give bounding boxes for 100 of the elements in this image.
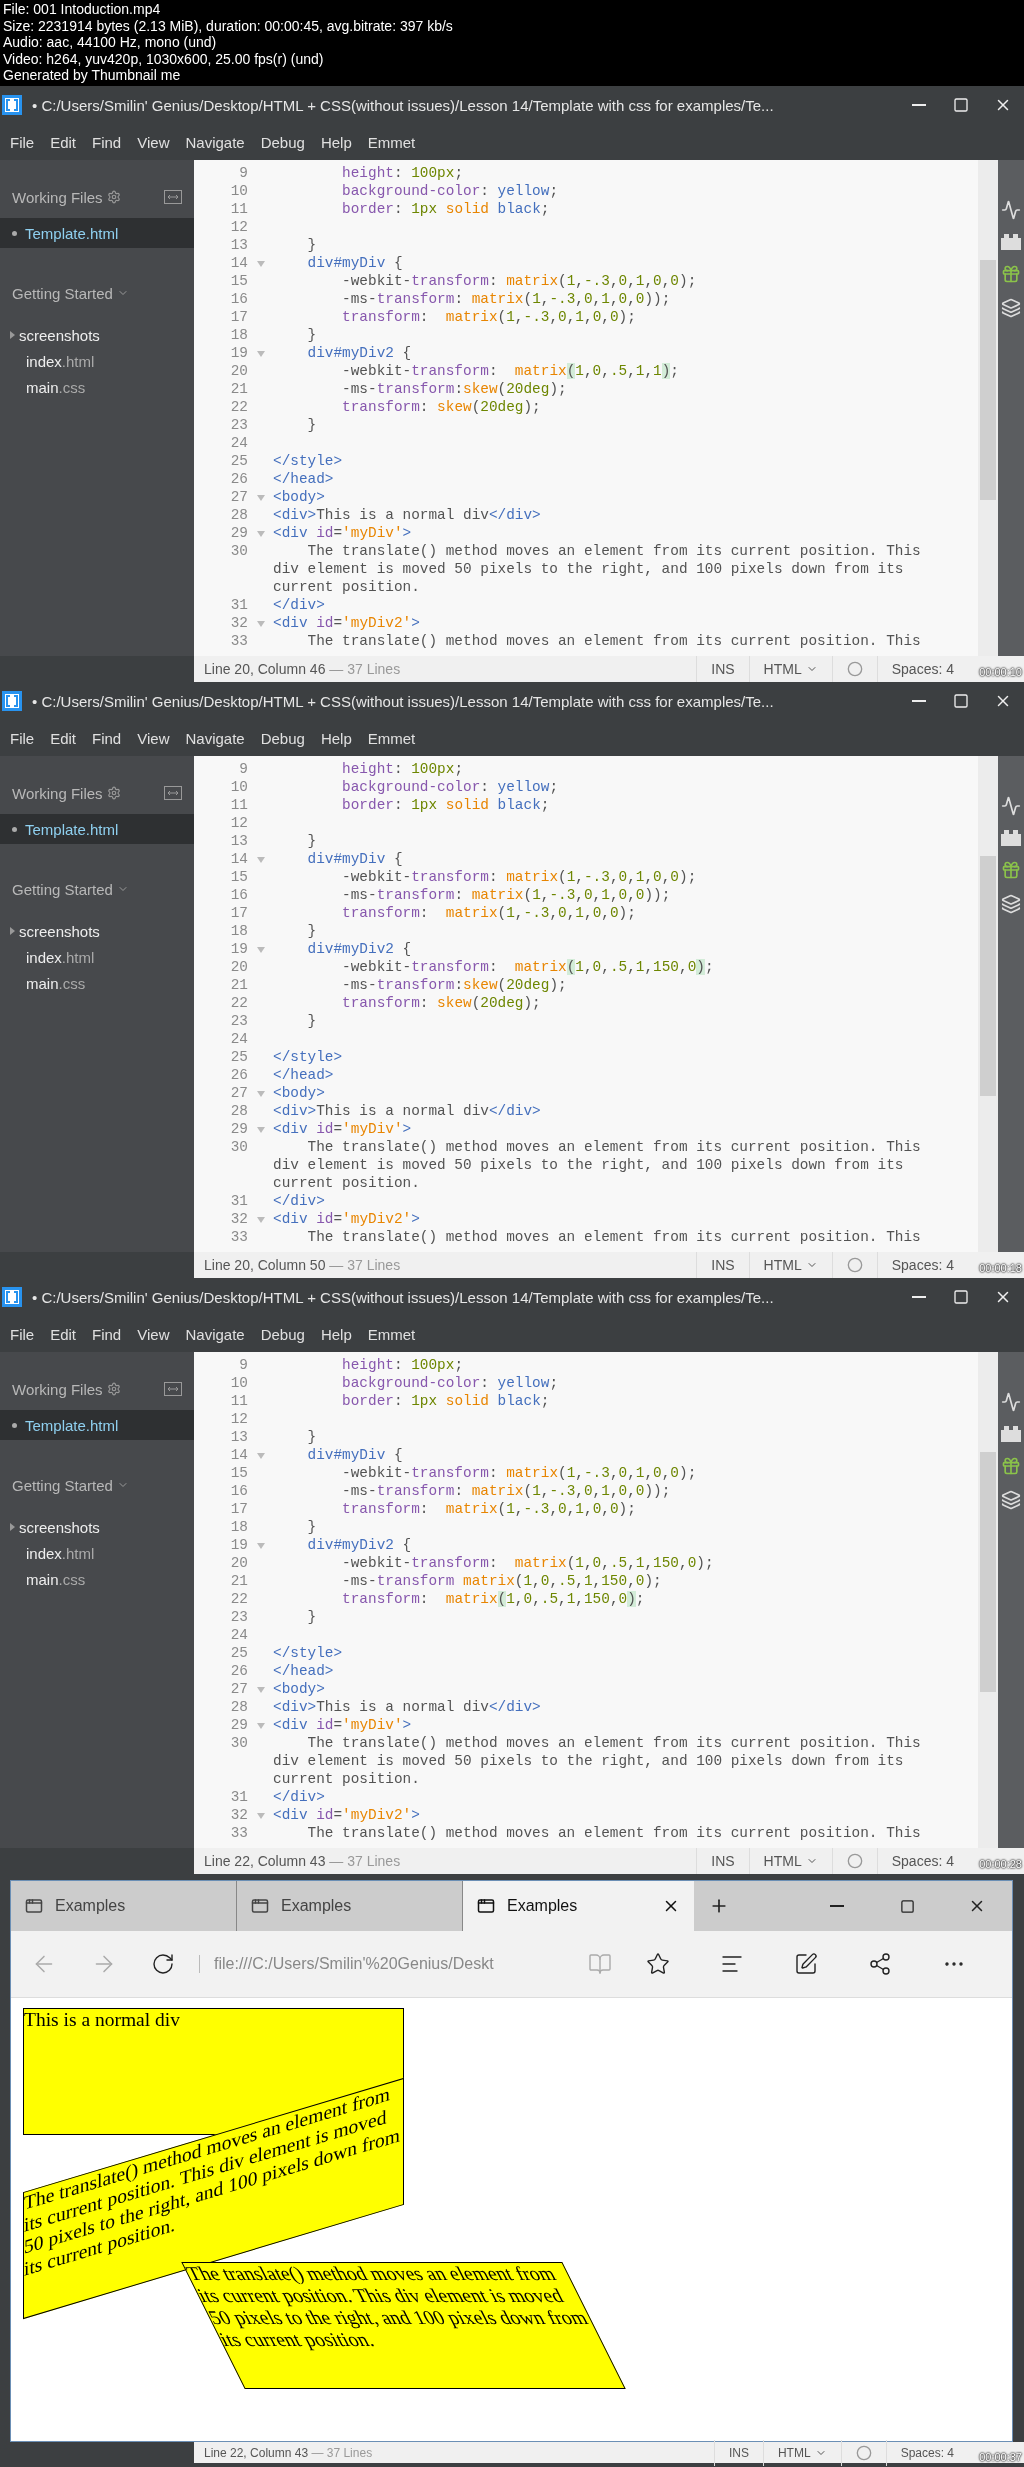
project-title[interactable]: Getting Started: [12, 284, 113, 302]
fold-arrow-icon[interactable]: [256, 1091, 265, 1097]
code-line: <div id='myDiv'>: [273, 1120, 413, 1138]
menu-item[interactable]: Emmet: [359, 723, 424, 753]
menu-item[interactable]: Debug: [252, 1319, 313, 1349]
menu-item[interactable]: Find: [84, 127, 130, 157]
scrollbar-thumb[interactable]: [980, 856, 996, 1096]
minimize-icon: [912, 700, 926, 702]
menu-item[interactable]: Navigate: [177, 723, 253, 753]
scrollbar-thumb[interactable]: [980, 1452, 996, 1692]
line-number: 9: [238, 1356, 248, 1374]
menu-item[interactable]: Navigate: [177, 127, 253, 157]
project-document[interactable]: index.html: [0, 946, 194, 968]
pulse-icon[interactable]: [1001, 796, 1021, 816]
split-view-icon[interactable]: [164, 190, 182, 204]
fold-arrow-icon[interactable]: [256, 1813, 265, 1819]
pulse-icon[interactable]: [1001, 200, 1021, 220]
menu-item[interactable]: Help: [312, 127, 360, 157]
code-line: -webkit-transform: matrix(1,0,.5,1,1);: [341, 362, 680, 380]
open-file-item[interactable]: Template.html: [0, 814, 194, 844]
fold-arrow-icon[interactable]: [256, 1217, 265, 1223]
menu-item[interactable]: Debug: [252, 723, 313, 753]
menu-item[interactable]: File: [2, 723, 43, 753]
gift-icon[interactable]: [1001, 264, 1021, 284]
brick-icon[interactable]: [1001, 234, 1021, 250]
line-number: 17: [229, 904, 248, 922]
code-line: -ms-transform: matrix(1,-.3,0,1,0,0));: [341, 1482, 672, 1500]
menu-item[interactable]: Help: [312, 723, 360, 753]
fold-arrow-icon[interactable]: [256, 621, 265, 627]
menu-item[interactable]: File: [2, 1319, 43, 1349]
menu-item[interactable]: Edit: [42, 127, 85, 157]
pulse-icon[interactable]: [1001, 1392, 1021, 1412]
gift-icon[interactable]: [1001, 860, 1021, 880]
menu-item[interactable]: View: [129, 127, 178, 157]
code-line: background-color: yellow;: [341, 778, 560, 796]
split-view-icon[interactable]: [164, 1382, 182, 1396]
line-number: 24: [229, 1626, 248, 1644]
book-icon[interactable]: [588, 1952, 612, 1976]
folder-item[interactable]: screenshots: [0, 324, 194, 346]
layers-icon[interactable]: [1001, 1490, 1021, 1510]
project-document[interactable]: index.html: [0, 350, 194, 372]
fold-arrow-icon[interactable]: [256, 1543, 265, 1549]
tab-page-icon: [25, 1897, 43, 1915]
menu-item[interactable]: Find: [84, 1319, 130, 1349]
project-document[interactable]: main.css: [0, 1568, 194, 1590]
fold-arrow-icon[interactable]: [256, 531, 265, 537]
menu-item[interactable]: View: [129, 723, 178, 753]
line-number: 31: [229, 596, 248, 614]
fold-arrow-icon[interactable]: [256, 1453, 265, 1459]
fold-arrow-icon[interactable]: [256, 351, 265, 357]
fold-arrow-icon[interactable]: [256, 261, 265, 267]
menu-item[interactable]: File: [2, 127, 43, 157]
project-document[interactable]: main.css: [0, 972, 194, 994]
code-line: transform: matrix(1,0,.5,1,150,0);: [341, 1590, 646, 1608]
refresh-icon[interactable]: [151, 1952, 175, 1976]
fold-arrow-icon[interactable]: [256, 857, 265, 863]
fold-arrow-icon[interactable]: [256, 1723, 265, 1729]
menu-item[interactable]: Navigate: [177, 1319, 253, 1349]
app-logo-icon: [2, 1287, 22, 1307]
fold-arrow-icon[interactable]: [256, 1127, 265, 1133]
settings-icon[interactable]: [106, 1382, 121, 1396]
line-number: 27: [229, 488, 248, 506]
open-file-item[interactable]: Template.html: [0, 1410, 194, 1440]
language-dropdown[interactable]: HTML: [762, 2439, 841, 2466]
project-title[interactable]: Getting Started: [12, 1476, 113, 1494]
folder-item[interactable]: screenshots: [0, 920, 194, 942]
layers-icon[interactable]: [1001, 894, 1021, 914]
brick-icon[interactable]: [1001, 830, 1021, 846]
project-document[interactable]: index.html: [0, 1542, 194, 1564]
timestamp: 00:00:28: [979, 1858, 1022, 1870]
share-icon[interactable]: [868, 1952, 892, 1976]
menu-item[interactable]: Debug: [252, 127, 313, 157]
fold-arrow-icon[interactable]: [256, 495, 265, 501]
menu-item[interactable]: Edit: [42, 723, 85, 753]
menu-item[interactable]: Emmet: [359, 1319, 424, 1349]
pen-icon[interactable]: [794, 1952, 818, 1976]
fold-arrow-icon[interactable]: [256, 1687, 265, 1693]
star-icon[interactable]: [646, 1952, 670, 1976]
fold-arrow-icon[interactable]: [256, 947, 265, 953]
folder-item[interactable]: screenshots: [0, 1516, 194, 1538]
menu-item[interactable]: Help: [312, 1319, 360, 1349]
scrollbar-thumb[interactable]: [980, 260, 996, 500]
layers-icon[interactable]: [1001, 298, 1021, 318]
menu-item[interactable]: Emmet: [359, 127, 424, 157]
tab-page-icon: [477, 1897, 495, 1915]
menu-item[interactable]: Edit: [42, 1319, 85, 1349]
menu-item[interactable]: View: [129, 1319, 178, 1349]
open-file-item[interactable]: Template.html: [0, 218, 194, 248]
project-title[interactable]: Getting Started: [12, 880, 113, 898]
project-document[interactable]: main.css: [0, 376, 194, 398]
menu-item[interactable]: Find: [84, 723, 130, 753]
split-view-icon[interactable]: [164, 786, 182, 800]
settings-icon[interactable]: [106, 786, 121, 800]
insert-mode[interactable]: INS: [713, 2439, 763, 2466]
gift-icon[interactable]: [1001, 1456, 1021, 1476]
brick-icon[interactable]: [1001, 1426, 1021, 1442]
code-line: <div>This is a normal div</div>: [273, 1698, 542, 1716]
browser-tab[interactable]: Examples: [463, 1881, 694, 1931]
line-number: 18: [229, 326, 248, 344]
settings-icon[interactable]: [106, 190, 121, 204]
